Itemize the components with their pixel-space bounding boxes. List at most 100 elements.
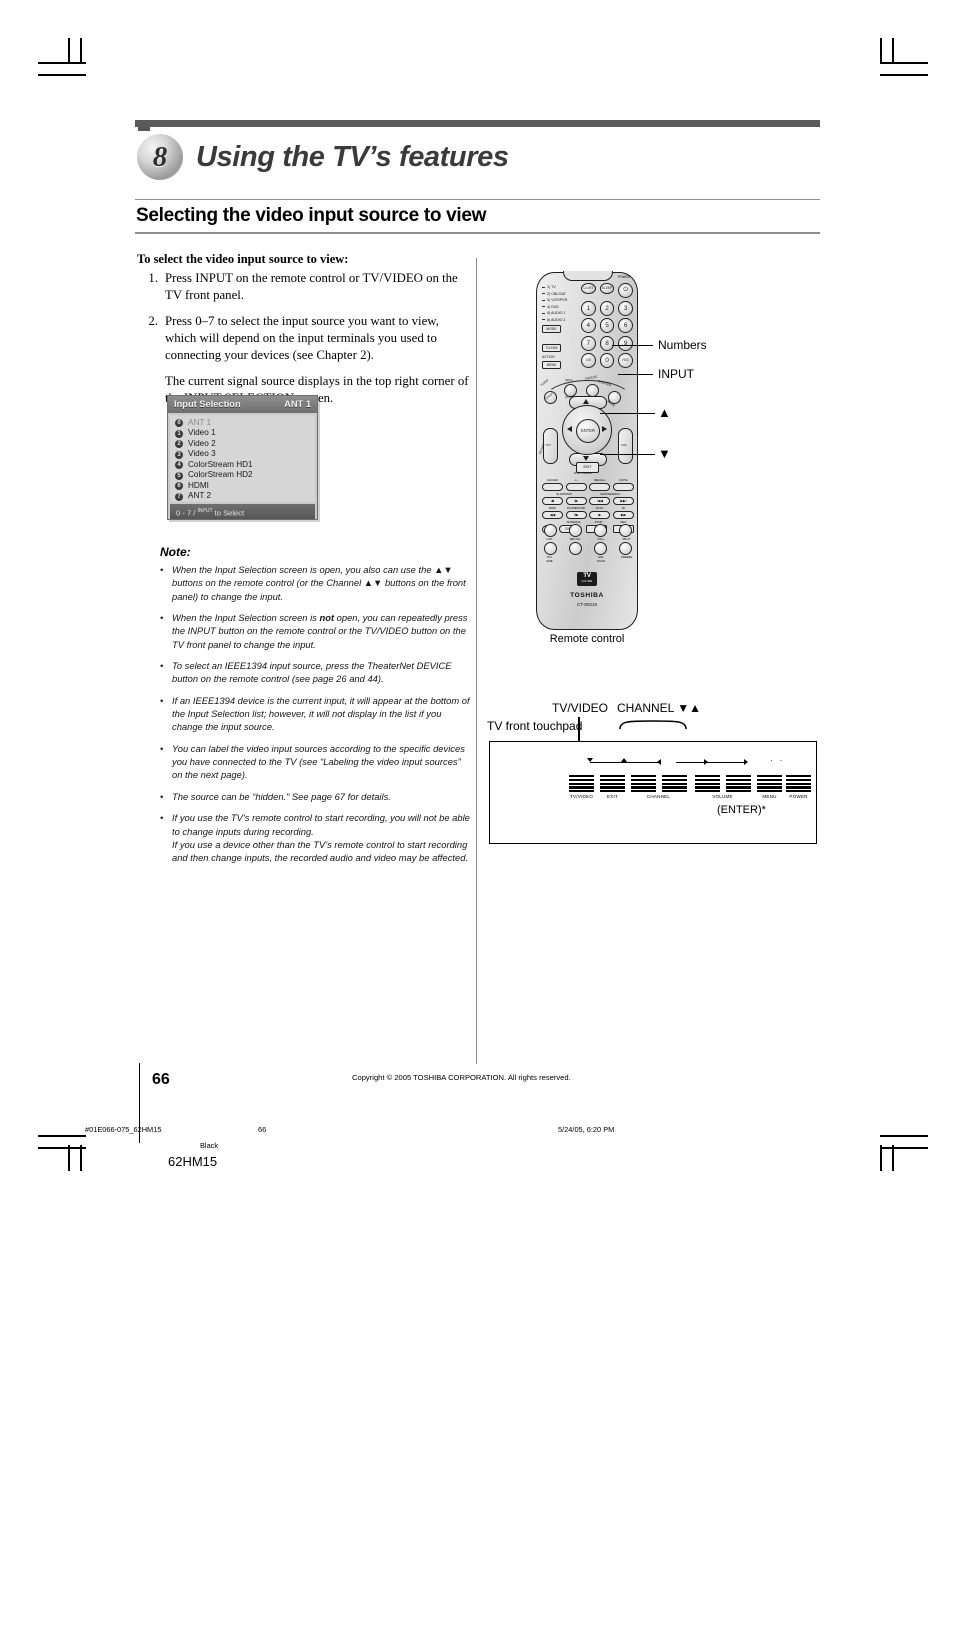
callout-line-up bbox=[600, 413, 655, 414]
min-ch-up-button[interactable] bbox=[569, 524, 582, 537]
pad-label: POWER bbox=[789, 793, 808, 799]
sleep-button[interactable]: SLEEP bbox=[599, 283, 615, 294]
key-2[interactable]: 2 bbox=[599, 300, 615, 316]
channel-brace bbox=[619, 720, 687, 730]
menu-button[interactable]: MENU bbox=[542, 361, 561, 369]
bottom-button-row bbox=[544, 524, 632, 537]
recall-label: RECALL bbox=[594, 478, 606, 482]
bullet-icon: • bbox=[160, 742, 164, 754]
enter-annotation: (ENTER)* bbox=[717, 804, 766, 816]
key-100[interactable]: 100 bbox=[581, 353, 596, 369]
pic-size-button[interactable] bbox=[544, 542, 557, 555]
page-number: 66 bbox=[152, 1071, 170, 1088]
note-item: • The source can be “hidden.” See page 67… bbox=[160, 790, 470, 803]
input-button[interactable]: REC bbox=[618, 353, 634, 369]
channel-callout-label: CHANNEL ▼▲ bbox=[617, 701, 701, 715]
split-button[interactable] bbox=[619, 524, 632, 537]
key-9[interactable]: 9 bbox=[618, 335, 634, 351]
list-button[interactable] bbox=[544, 524, 557, 537]
fav-scan-button[interactable] bbox=[594, 542, 607, 555]
list-item[interactable]: 1 Video 1 bbox=[175, 429, 315, 439]
print-file-name: #01E066-075_62HM15 bbox=[85, 1125, 162, 1134]
skip-back-button[interactable]: I◀◀ bbox=[589, 496, 611, 505]
input-label: Video 1 bbox=[188, 428, 216, 438]
function-row: ◀I I▶ I◀◀ ▶▶I bbox=[542, 496, 634, 505]
dpad-left-icon bbox=[567, 426, 572, 432]
input-number-badge: 3 bbox=[175, 450, 183, 459]
volume-up-icon bbox=[704, 759, 708, 765]
note-list: • When the Input Selection screen is open… bbox=[160, 563, 470, 873]
list-item[interactable]: 0 ANT 1 bbox=[175, 418, 315, 428]
pad-volume-down[interactable]: VOLUME bbox=[695, 775, 733, 799]
note-text: When the Input Selection screen is open,… bbox=[172, 564, 466, 602]
dash-button[interactable] bbox=[565, 482, 587, 491]
slow-forward-button[interactable]: I▶ bbox=[565, 496, 587, 505]
enter-button[interactable]: ENTER bbox=[576, 419, 600, 443]
section-rule-bottom bbox=[135, 232, 820, 234]
ff-button[interactable]: ▶▶ bbox=[612, 510, 634, 519]
mute-button[interactable] bbox=[612, 482, 634, 491]
note-text: The source can be “hidden.” See page 67 … bbox=[172, 790, 391, 802]
note-text: If you use the TV’s remote control to st… bbox=[172, 812, 470, 864]
key-4[interactable]: 4 bbox=[581, 318, 596, 334]
tv-1394-button[interactable]: TV/1394 bbox=[542, 344, 561, 352]
device-row[interactable]: 6) AUDIO 2 bbox=[542, 317, 578, 324]
list-item[interactable]: 6 HDMI bbox=[175, 481, 315, 491]
remote-control-illustration: 1) TV 2) CBL/SAT 3) VCR/PVR 4) DVD 5) AU… bbox=[536, 271, 638, 630]
freeze-button-bottom[interactable] bbox=[619, 542, 632, 555]
key-5[interactable]: 5 bbox=[599, 318, 615, 334]
ch-chk-button[interactable] bbox=[542, 482, 563, 491]
input-number-badge: 6 bbox=[175, 482, 183, 490]
list-item[interactable]: 2 Video 2 bbox=[175, 439, 315, 449]
input-selection-titlebar: Input Selection ANT 1 bbox=[168, 396, 317, 413]
cursor-up-icon bbox=[583, 399, 589, 404]
play-button[interactable]: ▶ bbox=[589, 510, 611, 519]
step-number: 2. bbox=[148, 314, 158, 329]
light-button[interactable]: LIGHT bbox=[581, 283, 596, 294]
pad-power[interactable]: POWER bbox=[786, 775, 811, 799]
list-item[interactable]: 7 ANT 2 bbox=[175, 492, 315, 502]
pad-label: EXIT bbox=[606, 793, 618, 799]
led-indicators: ·· bbox=[770, 756, 790, 765]
list-item[interactable]: 5 ColorStream HD2 bbox=[175, 471, 315, 481]
crop-mark bbox=[80, 38, 82, 64]
key-6[interactable]: 6 bbox=[618, 318, 634, 334]
vol-up-button[interactable] bbox=[594, 524, 607, 537]
pad-volume-up[interactable] bbox=[726, 775, 751, 793]
pad-channel-up[interactable] bbox=[662, 775, 687, 793]
pad-bars bbox=[600, 775, 625, 793]
hint-key: INPUT bbox=[197, 508, 213, 514]
list-item[interactable]: 4 ColorStream HD1 bbox=[175, 460, 315, 470]
action-label: ACTION bbox=[542, 355, 555, 359]
key-8[interactable]: 8 bbox=[599, 335, 615, 351]
skip-forward-button[interactable]: ▶▶I bbox=[612, 496, 634, 505]
input-label: ANT 2 bbox=[188, 491, 212, 501]
crop-mark bbox=[892, 38, 894, 64]
flow-end-icon bbox=[744, 759, 748, 765]
key-7[interactable]: 7 bbox=[581, 335, 596, 351]
pad-tv-video[interactable]: TV/VIDEO bbox=[569, 775, 594, 799]
min-ch-down-button[interactable] bbox=[569, 542, 582, 555]
pad-channel-down[interactable]: CHANNEL bbox=[631, 775, 670, 799]
list-item[interactable]: 3 Video 3 bbox=[175, 450, 315, 460]
power-button[interactable]: ⏻ bbox=[618, 283, 634, 298]
key-3[interactable]: 3 bbox=[618, 300, 634, 316]
pad-menu[interactable]: MENU bbox=[757, 775, 782, 799]
key-1[interactable]: 1 bbox=[581, 300, 596, 316]
ch-chk-label: CH/CHK bbox=[546, 478, 559, 482]
split-label: SPLIT bbox=[622, 537, 631, 541]
mode-button[interactable]: MODE bbox=[542, 325, 561, 333]
function-label-row: CH/CHK -/-- RECALL MUTE bbox=[542, 478, 634, 482]
rew-button[interactable]: ◀◀ bbox=[542, 510, 563, 519]
recall-button[interactable] bbox=[589, 482, 611, 491]
input-number-badge: 4 bbox=[175, 461, 183, 469]
key-0[interactable]: 0 bbox=[599, 353, 615, 369]
chapter-number-badge: 8 bbox=[137, 134, 183, 180]
column-divider bbox=[476, 258, 477, 1064]
pause-stop-button[interactable]: II▶ bbox=[565, 510, 587, 519]
pad-exit[interactable]: EXIT bbox=[600, 775, 625, 799]
slow-reverse-button[interactable]: ◀I bbox=[542, 496, 563, 505]
crop-mark bbox=[68, 38, 70, 64]
tv-front-touchpad-label: TV front touchpad bbox=[487, 719, 583, 733]
guide-text: GUIDE bbox=[581, 579, 593, 583]
